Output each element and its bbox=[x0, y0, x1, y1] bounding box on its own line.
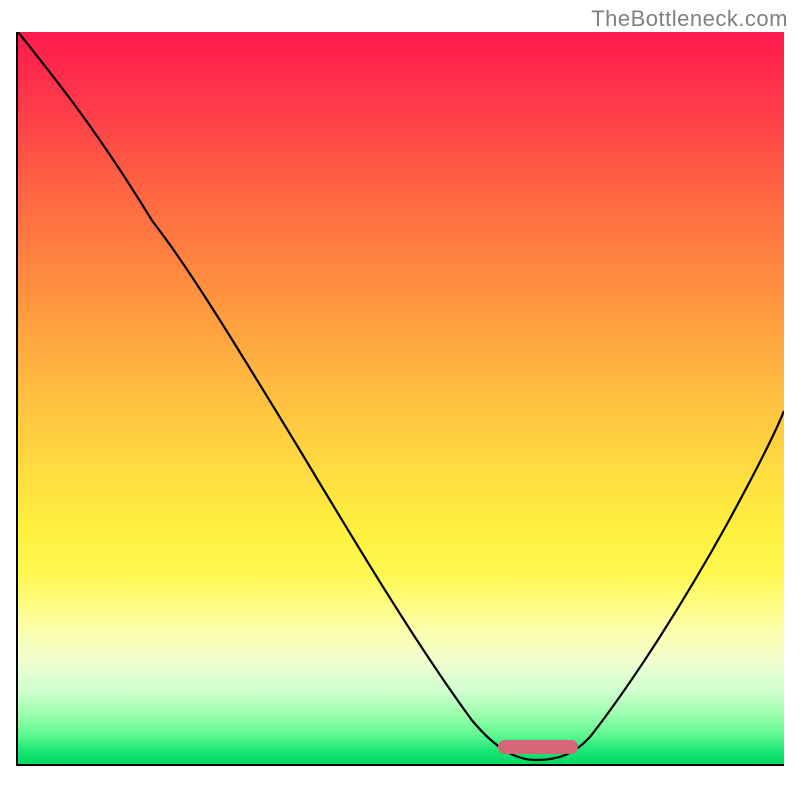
curve-layer bbox=[18, 32, 784, 764]
chart-plot-area bbox=[16, 32, 784, 766]
watermark-text: TheBottleneck.com bbox=[591, 6, 788, 32]
optimal-range-marker bbox=[498, 740, 578, 754]
bottleneck-curve bbox=[18, 32, 784, 760]
